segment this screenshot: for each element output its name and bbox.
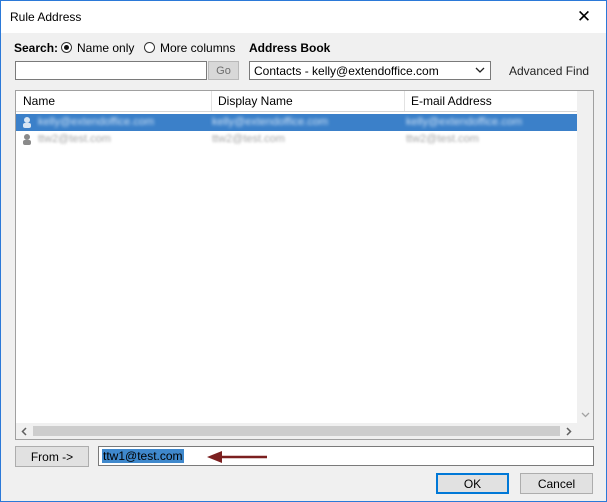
table-row[interactable]: kelly@extendoffice.com kelly@extendoffic… [16, 114, 577, 131]
scroll-left-button[interactable] [16, 423, 32, 439]
radio-more-columns[interactable] [144, 42, 155, 53]
cell-email: kelly@extendoffice.com [406, 116, 523, 128]
scroll-right-arrow-icon [566, 426, 572, 436]
scroll-right-button[interactable] [561, 423, 577, 439]
scroll-down-button[interactable] [577, 407, 593, 423]
address-book-dropdown[interactable]: Contacts - kelly@extendoffice.com [249, 61, 491, 80]
from-field-value: ttw1@test.com [102, 449, 184, 463]
address-book-selected: Contacts - kelly@extendoffice.com [254, 63, 439, 78]
rule-address-dialog: Rule Address ✕ Search: Name only More co… [0, 0, 607, 502]
window-title: Rule Address [10, 10, 82, 24]
column-header-display-name[interactable]: Display Name [211, 91, 404, 111]
title-bar: Rule Address ✕ [1, 1, 606, 33]
cell-name: ttw2@test.com [38, 133, 111, 145]
horizontal-scroll-thumb[interactable] [33, 426, 560, 436]
contact-list[interactable]: Name Display Name E-mail Address kelly@e… [15, 90, 594, 440]
contact-icon [23, 134, 31, 145]
cell-email: ttw2@test.com [406, 133, 479, 145]
column-header-email[interactable]: E-mail Address [404, 91, 574, 111]
from-field[interactable]: ttw1@test.com [98, 446, 594, 466]
advanced-find-link[interactable]: Advanced Find [509, 64, 589, 78]
from-button[interactable]: From -> [15, 446, 89, 467]
cell-display-name: ttw2@test.com [212, 133, 285, 145]
search-input[interactable] [15, 61, 207, 80]
radio-more-columns-label[interactable]: More columns [160, 41, 235, 55]
cell-name: kelly@extendoffice.com [38, 116, 155, 128]
scroll-left-arrow-icon [21, 426, 27, 436]
column-header-name[interactable]: Name [16, 91, 211, 111]
cancel-button[interactable]: Cancel [520, 473, 593, 494]
go-button[interactable]: Go [208, 61, 239, 80]
scroll-down-arrow-icon [581, 412, 589, 418]
search-label: Search: [14, 41, 59, 55]
list-header: Name Display Name E-mail Address [16, 91, 577, 112]
ok-button[interactable]: OK [436, 473, 509, 494]
vertical-scrollbar[interactable] [577, 91, 593, 423]
table-row[interactable]: ttw2@test.com ttw2@test.com ttw2@test.co… [16, 131, 577, 148]
horizontal-scrollbar[interactable] [16, 423, 577, 439]
close-icon: ✕ [576, 7, 592, 26]
contact-icon [23, 117, 31, 128]
annotation-arrow-icon [207, 451, 267, 463]
cell-display-name: kelly@extendoffice.com [212, 116, 329, 128]
close-button[interactable]: ✕ [562, 1, 606, 33]
scrollbar-corner [577, 423, 593, 439]
chevron-down-icon [475, 67, 485, 73]
address-book-label: Address Book [249, 41, 331, 55]
radio-name-only[interactable] [61, 42, 72, 53]
radio-name-only-label[interactable]: Name only [77, 41, 134, 55]
